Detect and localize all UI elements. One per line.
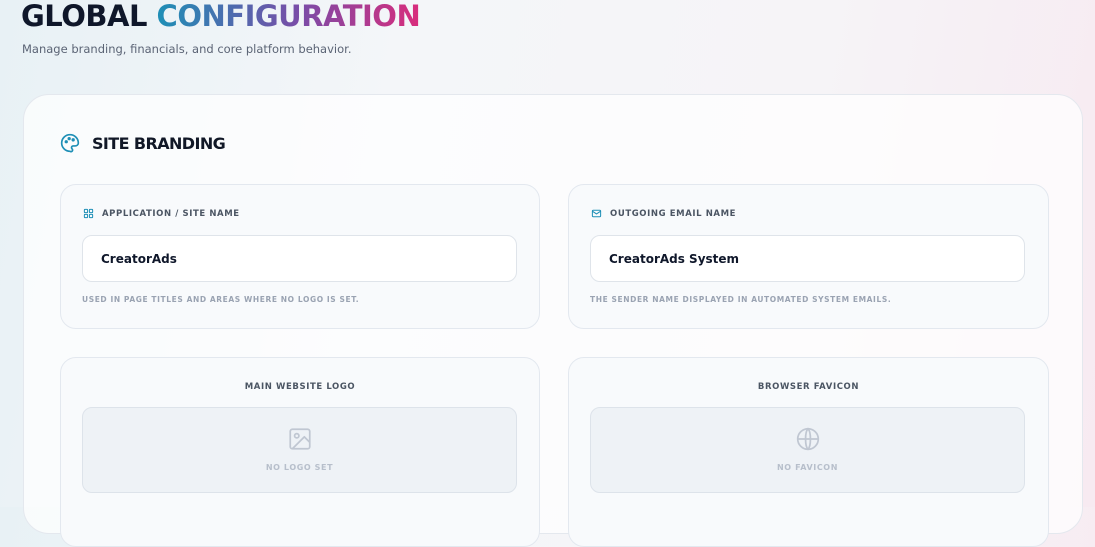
section-title: SITE BRANDING xyxy=(92,133,226,153)
page-title: GLOBAL CONFIGURATION xyxy=(21,0,421,38)
page-title-part1: GLOBAL xyxy=(21,0,147,33)
favicon-upload-dropzone[interactable]: NO FAVICON xyxy=(590,407,1025,493)
logo-empty-text: NO LOGO SET xyxy=(265,463,334,472)
page-subtitle: Manage branding, financials, and core pl… xyxy=(22,42,352,56)
email-name-label-text: OUTGOING EMAIL NAME xyxy=(610,208,737,219)
site-name-hint: USED IN PAGE TITLES AND AREAS WHERE NO L… xyxy=(82,295,360,304)
page-title-part2: CONFIGURATION xyxy=(156,0,421,33)
grid-icon xyxy=(83,208,94,219)
email-name-hint: THE SENDER NAME DISPLAYED IN AUTOMATED S… xyxy=(590,295,892,304)
email-name-input[interactable]: CreatorAds System xyxy=(590,235,1025,282)
palette-icon xyxy=(60,133,80,153)
mail-icon xyxy=(591,209,602,218)
site-name-label: APPLICATION / SITE NAME xyxy=(83,208,240,219)
site-name-input[interactable]: CreatorAds xyxy=(82,235,517,282)
globe-icon xyxy=(796,427,819,451)
site-name-card: APPLICATION / SITE NAME CreatorAds USED … xyxy=(60,184,540,329)
site-branding-panel: SITE BRANDING APPLICATION / SITE NAME Cr… xyxy=(23,94,1083,547)
favicon-card: BROWSER FAVICON NO FAVICON xyxy=(568,357,1049,547)
image-icon xyxy=(288,428,311,450)
logo-card: MAIN WEBSITE LOGO NO LOGO SET xyxy=(60,357,540,547)
section-header: SITE BRANDING xyxy=(60,133,226,153)
logo-upload-dropzone[interactable]: NO LOGO SET xyxy=(82,407,517,493)
favicon-title: BROWSER FAVICON xyxy=(757,382,860,392)
favicon-empty-text: NO FAVICON xyxy=(776,463,838,472)
email-name-card: OUTGOING EMAIL NAME CreatorAds System TH… xyxy=(568,184,1049,329)
logo-title: MAIN WEBSITE LOGO xyxy=(244,382,356,392)
site-name-label-text: APPLICATION / SITE NAME xyxy=(102,208,240,219)
email-name-label: OUTGOING EMAIL NAME xyxy=(591,208,736,219)
